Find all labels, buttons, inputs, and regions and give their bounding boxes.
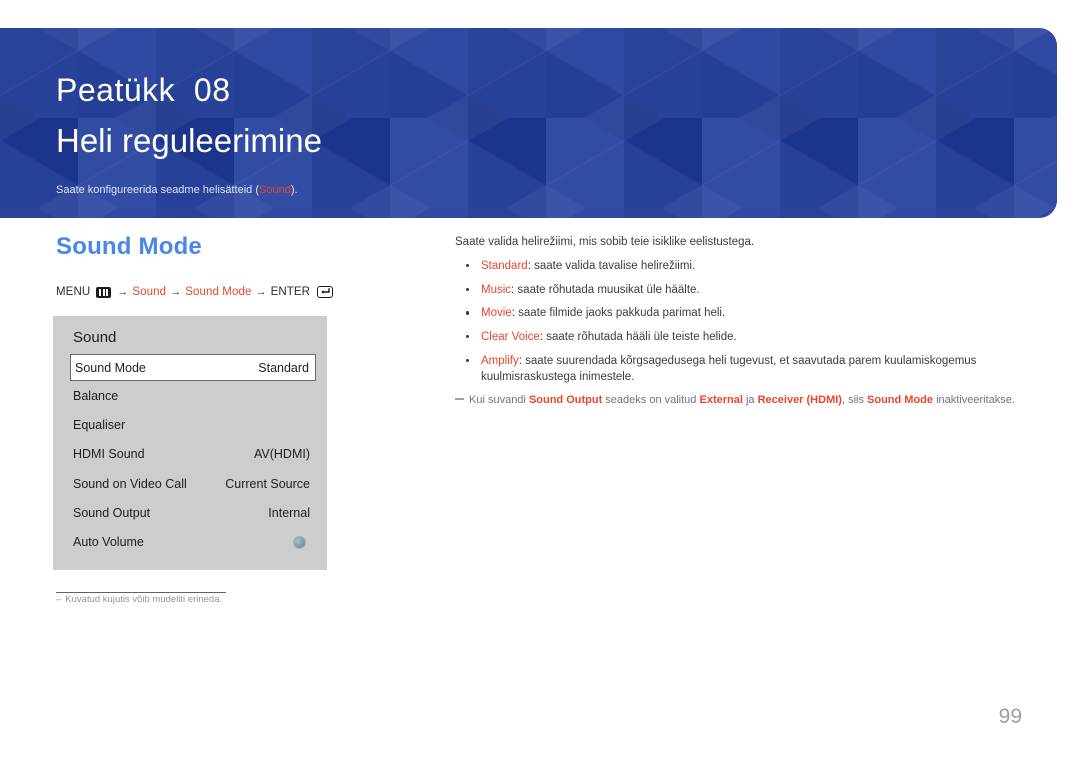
chapter-subtitle-accent: Sound [259, 184, 291, 196]
osd-row-label: Sound Output [73, 505, 151, 520]
footnote-dash: – [56, 594, 62, 605]
option-term: Standard [481, 259, 528, 272]
chapter-title: Heli reguleerimine [56, 122, 322, 159]
list-item: Standard: saate valida tavalise helireži… [455, 258, 1025, 274]
osd-panel-title: Sound [73, 329, 117, 346]
arrow-icon-1: → [117, 286, 129, 298]
osd-row-list: Sound Mode Standard Balance Equaliser HDMI S… [53, 354, 327, 557]
option-term: Music [481, 283, 512, 296]
osd-row[interactable]: Equaliser [53, 410, 327, 439]
list-item: Clear Voice: saate rõhutada hääli üle te… [455, 329, 1025, 345]
chapter-banner: Peatükk 08 Heli reguleerimine Saate konf… [0, 28, 1057, 218]
footnote-text: Kuvatud kujutis võib mudeliti erineda. [65, 594, 223, 605]
menu-path-menu-label: MENU [56, 286, 91, 298]
note-part-4: , siis [841, 394, 868, 407]
option-description: : saate rõhutada hääli üle teiste helide… [539, 331, 737, 344]
section-heading: Sound Mode [56, 233, 202, 260]
osd-row-label: Balance [73, 388, 119, 403]
option-term: Clear Voice [481, 331, 540, 344]
note-part-3: ja [742, 394, 758, 407]
osd-row-label: Sound Mode [75, 360, 146, 375]
toggle-indicator-icon[interactable] [294, 536, 305, 548]
arrow-icon-3: → [255, 286, 267, 298]
option-description: : saate valida tavalise helirežiimi. [527, 259, 696, 272]
option-description: : saate filmide jaoks pakkuda parimat he… [511, 307, 726, 320]
note-sound-output: Kui suvandi Sound Output seadeks on vali… [455, 393, 1025, 409]
chapter-subtitle-before: Saate konfigureerida seadme helisätteid … [56, 184, 260, 196]
osd-row-label: Auto Volume [73, 535, 144, 550]
osd-row-value: Internal [268, 505, 310, 520]
osd-row[interactable]: Auto Volume [53, 527, 327, 556]
note-term-sound-mode: Sound Mode [867, 394, 934, 407]
page-number: 99 [998, 705, 1022, 728]
menu-path-breadcrumb: MENU → Sound → Sound Mode → ENTER [56, 286, 334, 298]
option-term: Movie [481, 307, 512, 320]
note-term-external: External [699, 394, 743, 407]
osd-row-value: Standard [258, 360, 309, 375]
chapter-subtitle: Saate konfigureerida seadme helisätteid … [56, 184, 298, 196]
description-column: Saate valida helirežiimi, mis sobib teie… [455, 234, 1025, 409]
osd-row[interactable]: Balance [53, 381, 327, 410]
chapter-label: Peatükk 08 [56, 72, 231, 108]
note-part-2: seadeks on valitud [602, 394, 700, 407]
note-part-5: inaktiveeritakse. [933, 394, 1015, 407]
osd-row[interactable]: Sound Output Internal [53, 498, 327, 527]
osd-row-value: Current Source [225, 476, 310, 491]
option-description: : saate suurendada kõrgsagedusega heli t… [481, 354, 977, 384]
list-item: Amplify: saate suurendada kõrgsagedusega… [455, 353, 1025, 386]
list-item: Music: saate rõhutada muusikat üle häält… [455, 282, 1025, 298]
osd-row[interactable]: HDMI Sound AV(HDMI) [53, 440, 327, 469]
lead-paragraph: Saate valida helirežiimi, mis sobib teie… [455, 236, 755, 248]
footnote-divider [56, 592, 226, 593]
arrow-icon-2: → [170, 286, 182, 298]
option-description: : saate rõhutada muusikat üle häälte. [511, 283, 700, 296]
menu-path-step-sound: Sound [132, 286, 167, 298]
note-term-receiver-hdmi: Receiver (HDMI) [757, 394, 842, 407]
banner-content: Peatükk 08 Heli reguleerimine Saate konf… [56, 28, 1057, 218]
menu-path-enter-label: ENTER [270, 286, 311, 298]
osd-row-label: Sound on Video Call [73, 476, 187, 491]
osd-row-label: Equaliser [73, 417, 126, 432]
note-term-sound-output: Sound Output [528, 394, 603, 407]
osd-row-label: HDMI Sound [73, 447, 145, 462]
footnote: – Kuvatud kujutis võib mudeliti erineda. [56, 594, 222, 605]
note-part-1: Kui suvandi [469, 394, 529, 407]
menu-path-step-sound-mode: Sound Mode [185, 286, 252, 298]
osd-sound-panel: Sound Sound Mode Standard Balance Equaliser… [53, 316, 327, 570]
list-item: Movie: saate filmide jaoks pakkuda parim… [455, 305, 1025, 321]
osd-row-value: AV(HDMI) [253, 447, 310, 462]
osd-row[interactable]: Sound on Video Call Current Source [53, 469, 327, 498]
menu-icon [96, 286, 112, 298]
sound-mode-options-list: Standard: saate valida tavalise helireži… [455, 258, 1025, 386]
osd-row[interactable]: Sound Mode Standard [70, 354, 316, 381]
enter-icon [317, 286, 334, 298]
option-term: Amplify [481, 354, 519, 367]
chapter-subtitle-after: ). [290, 184, 298, 196]
